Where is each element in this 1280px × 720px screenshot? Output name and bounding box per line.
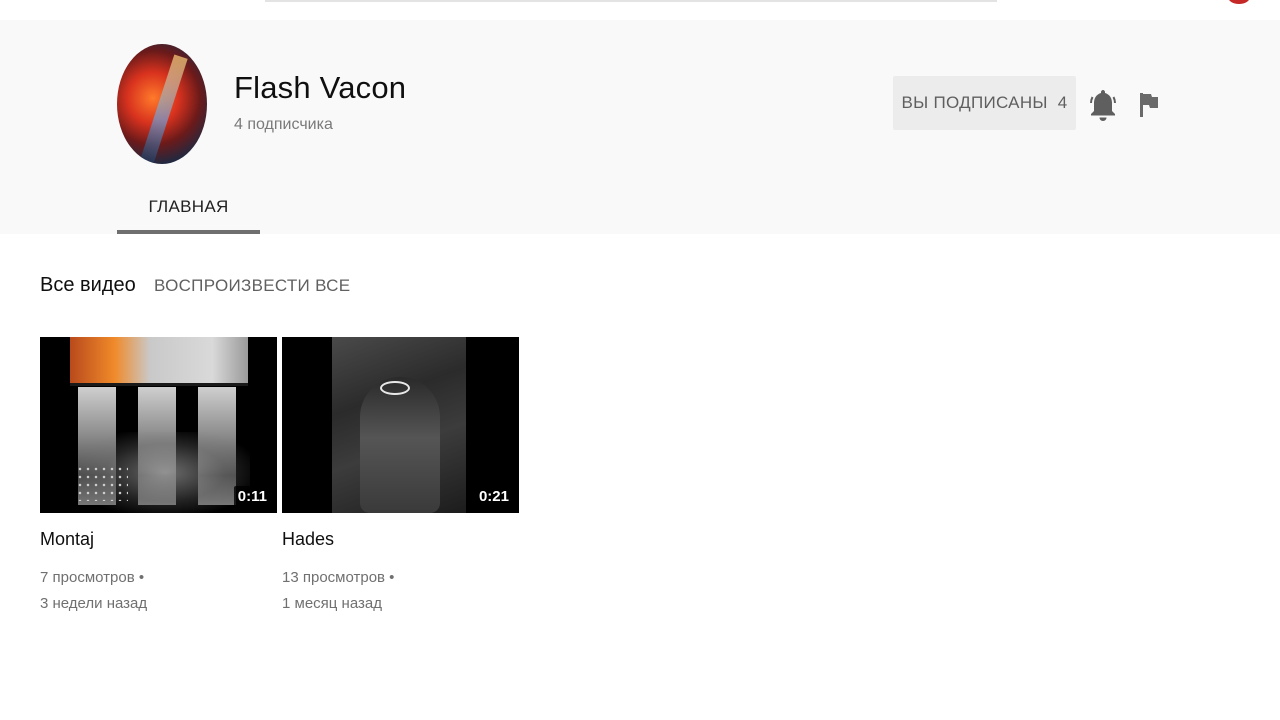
thumbnail-art [380, 381, 410, 395]
search-box[interactable] [265, 0, 997, 2]
channel-header: Flash Vacon 4 подписчика ВЫ ПОДПИСАНЫ 4 … [0, 20, 1280, 234]
section-title: Все видео [40, 274, 136, 296]
thumbnail-art [70, 383, 248, 386]
video-thumbnail[interactable]: 0:11 [40, 337, 277, 513]
video-meta: 13 просмотров • 1 месяц назад [282, 565, 519, 617]
bell-icon-graphic [1090, 90, 1116, 121]
play-all-button[interactable]: ВОСПРОИЗВЕСТИ ВСЕ [154, 276, 350, 296]
video-views: 13 просмотров • [282, 569, 395, 586]
avatar-art [140, 54, 188, 164]
video-thumbnail[interactable]: 0:21 [282, 337, 519, 513]
video-title[interactable]: Hades [282, 529, 519, 551]
video-age: 1 месяц назад [282, 595, 382, 612]
subscribed-button[interactable]: ВЫ ПОДПИСАНЫ 4 [893, 76, 1076, 130]
flag-icon-graphic [1140, 93, 1158, 117]
video-card[interactable]: 0:21 Hades 13 просмотров • 1 месяц назад [282, 337, 519, 617]
video-meta: 7 просмотров • 3 недели назад [40, 565, 277, 617]
top-bar [0, 0, 1280, 20]
thumbnail-art [360, 377, 440, 513]
thumbnail-art [76, 465, 128, 501]
video-card[interactable]: 0:11 Montaj 7 просмотров • 3 недели наза… [40, 337, 277, 617]
video-title[interactable]: Montaj [40, 529, 277, 551]
thumbnail-art [70, 337, 248, 383]
subscribed-button-count: 4 [1057, 93, 1068, 112]
video-age: 3 недели назад [40, 595, 148, 612]
subscribed-button-label: ВЫ ПОДПИСАНЫ [901, 93, 1048, 112]
video-duration: 0:11 [233, 486, 271, 507]
account-avatar[interactable] [1228, 0, 1250, 4]
tab-home[interactable]: ГЛАВНАЯ [117, 180, 260, 234]
video-duration: 0:21 [474, 486, 513, 507]
flag-icon[interactable] [1138, 92, 1160, 118]
bell-icon[interactable] [1089, 88, 1117, 122]
channel-name: Flash Vacon [234, 70, 407, 105]
channel-avatar[interactable] [117, 44, 207, 164]
subscriber-count: 4 подписчика [234, 116, 333, 133]
active-tab-indicator [117, 230, 260, 234]
video-views: 7 просмотров • [40, 569, 145, 586]
